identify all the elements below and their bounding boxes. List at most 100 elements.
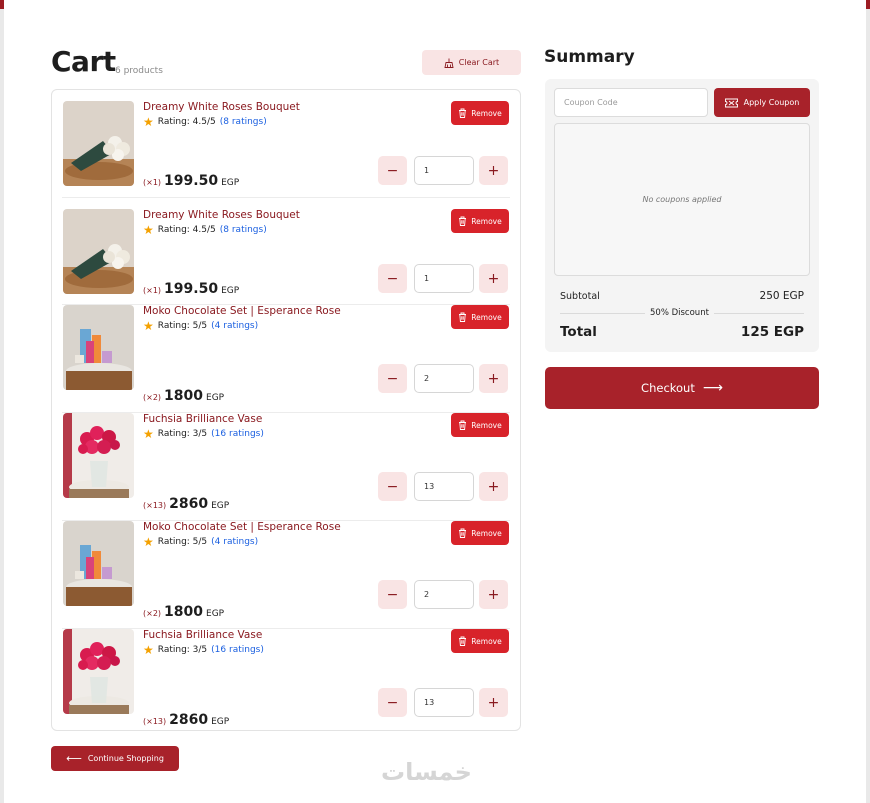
summary-card: Coupon Code Apply Coupon No coupons appl… — [545, 79, 819, 352]
remove-label: Remove — [471, 108, 502, 118]
quantity-input[interactable]: 1 — [414, 264, 474, 293]
total-value: 125 EGP — [740, 324, 804, 340]
price-currency: EGP — [211, 501, 230, 511]
price-amount: 199.50 — [164, 281, 219, 297]
clear-cart-label: Clear Cart — [458, 58, 500, 67]
cart-item: Fuchsia Brilliance Vase ★ Rating: 3/5 (16 r… — [52, 413, 520, 521]
product-price: (×13) 2860 EGP — [143, 712, 229, 728]
minus-icon: − — [386, 270, 399, 287]
plus-icon: + — [487, 478, 500, 495]
product-rating: ★ Rating: 5/5 (4 ratings) — [143, 536, 258, 548]
quantity-multiplier: (×2) — [143, 393, 162, 402]
trash-icon — [459, 108, 467, 118]
trash-icon — [459, 420, 467, 430]
increase-quantity-button[interactable]: + — [479, 472, 508, 501]
quantity-multiplier: (×13) — [143, 717, 167, 726]
increase-quantity-button[interactable]: + — [479, 364, 508, 393]
increase-quantity-button[interactable]: + — [479, 688, 508, 717]
remove-button[interactable]: Remove — [451, 629, 509, 653]
star-icon: ★ — [143, 319, 154, 333]
increase-quantity-button[interactable]: + — [479, 264, 508, 293]
product-image[interactable] — [63, 629, 134, 714]
ratings-count-link[interactable]: (8 ratings) — [220, 225, 267, 235]
plus-icon: + — [487, 270, 500, 287]
arrow-right-icon: ⟶ — [702, 380, 723, 396]
product-price: (×1) 199.50 EGP — [143, 281, 239, 297]
plus-icon: + — [487, 586, 500, 603]
product-image[interactable] — [63, 101, 134, 186]
product-name[interactable]: Fuchsia Brilliance Vase — [143, 629, 262, 641]
quantity-input[interactable]: 13 — [414, 688, 474, 717]
decrease-quantity-button[interactable]: − — [378, 364, 407, 393]
rating-label: Rating: 5/5 — [157, 321, 208, 331]
broom-icon — [444, 58, 454, 68]
price-amount: 199.50 — [164, 173, 219, 189]
product-image[interactable] — [63, 209, 134, 294]
product-image[interactable] — [63, 413, 134, 498]
product-name[interactable]: Moko Chocolate Set | Esperance Rose — [143, 305, 341, 317]
quantity-input[interactable]: 2 — [414, 364, 474, 393]
ratings-count-link[interactable]: (16 ratings) — [211, 429, 264, 439]
coupon-input[interactable]: Coupon Code — [554, 88, 708, 117]
product-rating: ★ Rating: 3/5 (16 ratings) — [143, 428, 264, 440]
quantity-stepper: −1 + — [378, 264, 509, 293]
remove-button[interactable]: Remove — [451, 521, 509, 545]
increase-quantity-button[interactable]: + — [479, 580, 508, 609]
remove-label: Remove — [471, 528, 502, 538]
decrease-quantity-button[interactable]: − — [378, 472, 407, 501]
cart-item: Dreamy White Roses Bouquet ★ Rating: 4.5/5… — [52, 101, 520, 198]
price-currency: EGP — [206, 393, 225, 403]
apply-coupon-button[interactable]: Apply Coupon — [714, 88, 810, 117]
product-name[interactable]: Dreamy White Roses Bouquet — [143, 209, 300, 221]
applied-coupons-box: No coupons applied — [554, 123, 810, 276]
clear-cart-button[interactable]: Clear Cart — [422, 50, 521, 75]
quantity-stepper: −1 + — [378, 156, 509, 185]
minus-icon: − — [386, 478, 399, 495]
remove-button[interactable]: Remove — [451, 305, 509, 329]
product-name[interactable]: Fuchsia Brilliance Vase — [143, 413, 262, 425]
checkout-button[interactable]: Checkout ⟶ — [545, 367, 819, 409]
ratings-count-link[interactable]: (4 ratings) — [211, 537, 258, 547]
total-label: Total — [560, 324, 597, 340]
rating-label: Rating: 3/5 — [157, 429, 208, 439]
ratings-count-link[interactable]: (16 ratings) — [211, 645, 264, 655]
remove-button[interactable]: Remove — [451, 101, 509, 125]
trash-icon — [459, 216, 467, 226]
price-amount: 2860 — [169, 712, 209, 728]
subtotal-value: 250 EGP — [759, 290, 804, 302]
remove-button[interactable]: Remove — [451, 209, 509, 233]
ratings-count-link[interactable]: (8 ratings) — [220, 117, 267, 127]
decrease-quantity-button[interactable]: − — [378, 580, 407, 609]
cart-item: Moko Chocolate Set | Esperance Rose ★ Rati… — [52, 521, 520, 629]
quantity-stepper: −13 + — [378, 472, 509, 501]
quantity-input[interactable]: 2 — [414, 580, 474, 609]
remove-button[interactable]: Remove — [451, 413, 509, 437]
checkout-label: Checkout — [641, 381, 695, 395]
subtotal-label: Subtotal — [560, 291, 600, 302]
star-icon: ★ — [143, 223, 154, 237]
decrease-quantity-button[interactable]: − — [378, 264, 407, 293]
star-icon: ★ — [143, 535, 154, 549]
ratings-count-link[interactable]: (4 ratings) — [211, 321, 258, 331]
star-icon: ★ — [143, 427, 154, 441]
product-name[interactable]: Moko Chocolate Set | Esperance Rose — [143, 521, 341, 533]
quantity-input[interactable]: 1 — [414, 156, 474, 185]
product-image[interactable] — [63, 521, 134, 606]
decrease-quantity-button[interactable]: − — [378, 156, 407, 185]
continue-shopping-label: Continue Shopping — [87, 754, 164, 763]
product-image[interactable] — [63, 305, 134, 390]
increase-quantity-button[interactable]: + — [479, 156, 508, 185]
remove-label: Remove — [471, 216, 502, 226]
product-price: (×13) 2860 EGP — [143, 496, 229, 512]
price-currency: EGP — [211, 717, 230, 727]
remove-label: Remove — [471, 420, 502, 430]
minus-icon: − — [386, 370, 399, 387]
product-price: (×1) 199.50 EGP — [143, 173, 239, 189]
continue-shopping-button[interactable]: ⟵ Continue Shopping — [51, 746, 179, 771]
product-name[interactable]: Dreamy White Roses Bouquet — [143, 101, 300, 113]
product-rating: ★ Rating: 4.5/5 (8 ratings) — [143, 224, 267, 236]
decrease-quantity-button[interactable]: − — [378, 688, 407, 717]
quantity-multiplier: (×1) — [143, 178, 162, 187]
plus-icon: + — [487, 162, 500, 179]
quantity-input[interactable]: 13 — [414, 472, 474, 501]
